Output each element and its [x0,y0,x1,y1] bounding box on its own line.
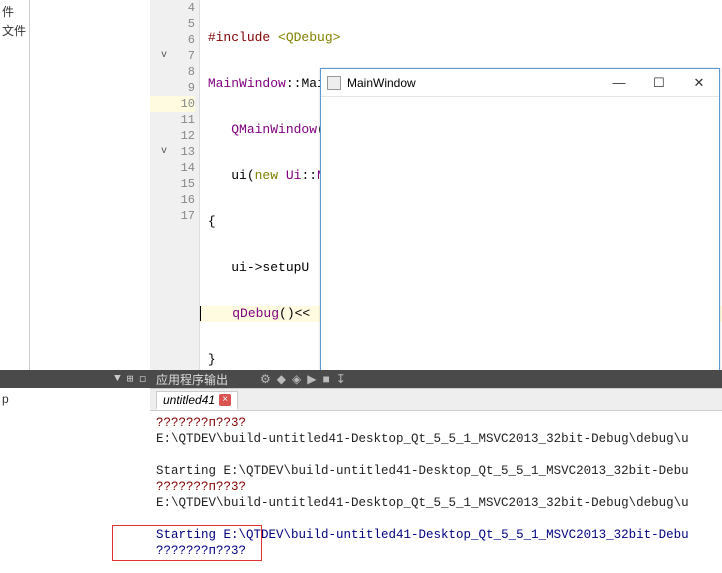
application-output[interactable]: ???????п??3? E:\QTDEV\build-untitled41-D… [150,410,722,573]
item[interactable]: 件 [0,2,29,21]
line-gutter[interactable]: 4 5 6 v7 8 9 10 11 12 v13 14 15 16 17 [150,0,200,370]
left-lower: p [0,390,30,408]
titlebar[interactable]: MainWindow — ☐ ✕ [321,69,719,97]
output-panel-header: 应用程序输出 ⚙ ◆ ◈ ▶ ■ ↧ [150,370,722,388]
square-icon[interactable]: ◻ [139,372,146,386]
fold-icon[interactable]: v [161,144,167,160]
tab-untitled41[interactable]: untitled41 × [156,391,238,410]
maximize-button[interactable]: ☐ [639,69,679,96]
output-tabs: untitled41 × [150,388,722,410]
fold-icon[interactable]: v [161,48,167,64]
tool-icon[interactable]: ◆ [277,372,286,386]
stop-icon[interactable]: ■ [322,372,329,386]
window-title: MainWindow [347,76,599,90]
down-icon[interactable]: ↧ [336,372,346,386]
app-window[interactable]: MainWindow — ☐ ✕ [320,68,720,396]
minimize-button[interactable]: — [599,69,639,96]
item[interactable]: 文件 [0,21,29,40]
split-icon[interactable]: ⊞ [127,372,134,386]
close-button[interactable]: ✕ [679,69,719,96]
close-icon[interactable]: × [219,394,231,406]
panel-title: 应用程序输出 [156,371,228,388]
dropdown-icon[interactable]: ▼ [114,373,121,385]
project-pane: 件 文件 [0,0,30,370]
run-icon[interactable]: ▶ [307,372,316,386]
gear-icon[interactable]: ⚙ [260,372,271,386]
tab-label: untitled41 [163,393,215,407]
side-toolbar: ▼ ⊞ ◻ [0,370,150,388]
app-icon [327,76,341,90]
tool-icon[interactable]: ◈ [292,372,301,386]
